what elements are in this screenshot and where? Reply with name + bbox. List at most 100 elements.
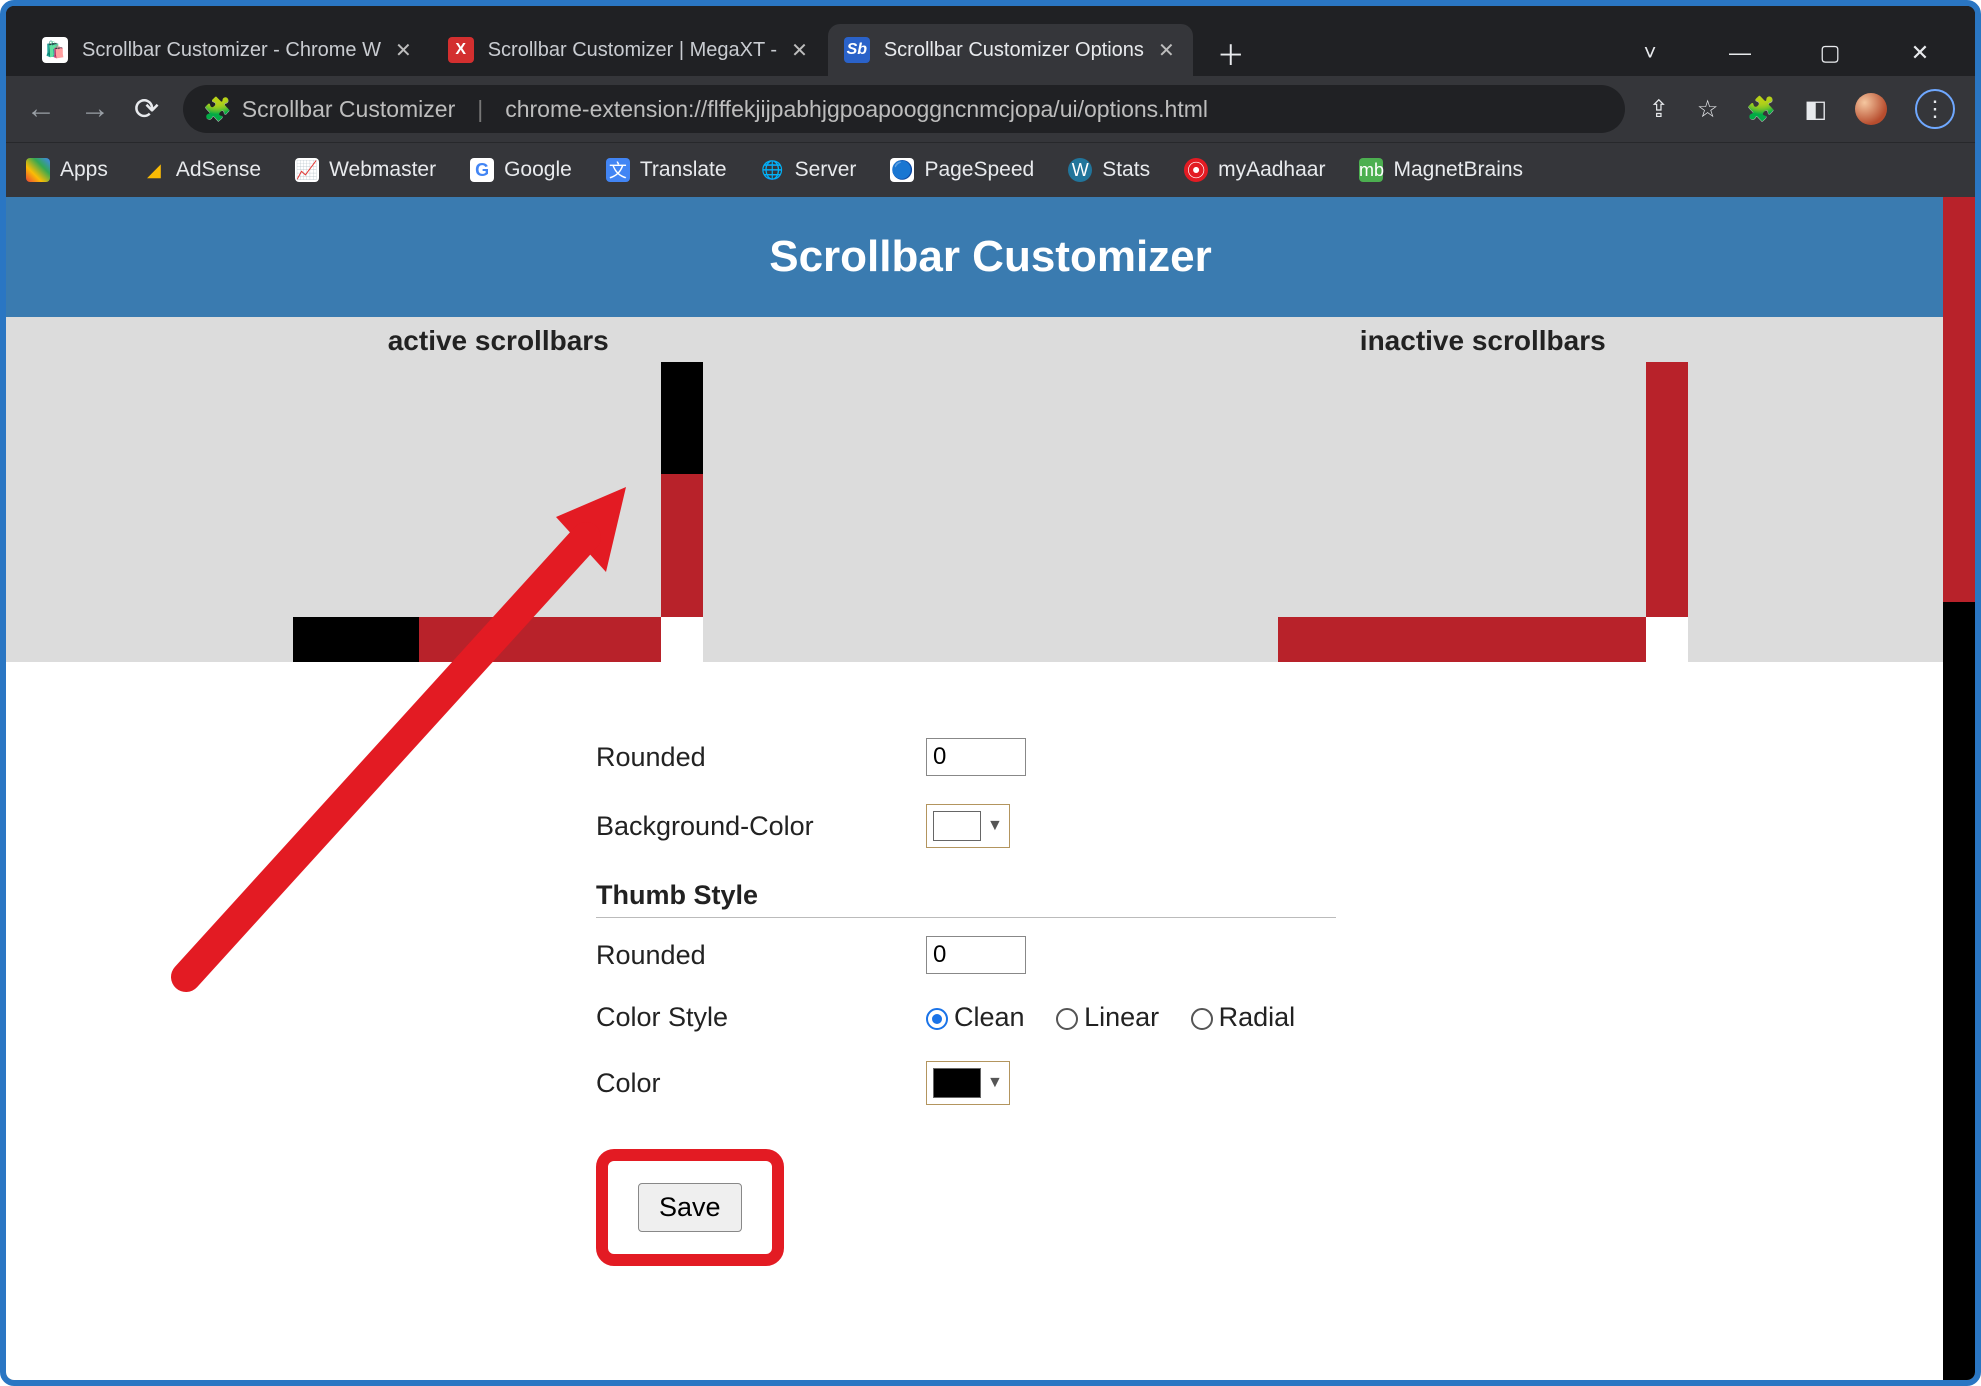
bookmark-star-icon[interactable]: ☆ (1697, 95, 1719, 124)
favicon-extension-icon: Sb (844, 37, 870, 63)
rounded-thumb-input[interactable] (926, 936, 1026, 974)
address-bar[interactable]: 🧩 Scrollbar Customizer | chrome-extensio… (183, 85, 1625, 133)
radio-radial-label: Radial (1219, 1002, 1296, 1032)
caret-down-icon: ▼ (987, 817, 1003, 835)
row-color: Color ▼ (596, 1047, 1975, 1119)
tab-3-active[interactable]: Sb Scrollbar Customizer Options ✕ (828, 24, 1193, 76)
tab-3-title: Scrollbar Customizer Options (884, 39, 1144, 62)
sidepanel-icon[interactable]: ◧ (1804, 95, 1827, 124)
bookmark-server[interactable]: 🌐Server (761, 158, 857, 182)
background-color-label: Background-Color (596, 811, 926, 842)
extension-puzzle-icon: 🧩 (203, 96, 232, 123)
bookmark-stats[interactable]: WStats (1068, 158, 1150, 182)
radio-clean[interactable] (926, 1008, 948, 1030)
row-rounded-thumb: Rounded (596, 922, 1975, 988)
save-button[interactable]: Save (638, 1183, 742, 1232)
preview-active: active scrollbars (6, 317, 991, 662)
bookmark-adsense[interactable]: ◢AdSense (142, 158, 261, 182)
settings-form: Rounded Background-Color ▼ Thumb Style R… (6, 662, 1975, 1326)
vertical-track (1646, 362, 1688, 617)
bookmark-translate[interactable]: 文Translate (606, 158, 727, 182)
radio-clean-label: Clean (954, 1002, 1025, 1032)
page-title: Scrollbar Customizer (6, 197, 1975, 317)
profile-avatar[interactable] (1855, 93, 1887, 125)
server-icon: 🌐 (761, 158, 785, 182)
url-text: chrome-extension://flffekjijpabhjgpoapoo… (505, 96, 1208, 123)
horizontal-track (1278, 617, 1646, 662)
maximize-icon[interactable]: ▢ (1815, 40, 1845, 66)
color-style-label: Color Style (596, 1002, 926, 1033)
radio-linear[interactable] (1056, 1008, 1078, 1030)
magnetbrains-icon: mb (1359, 158, 1383, 182)
tab-2-title: Scrollbar Customizer | MegaXT - (488, 39, 777, 62)
tab-strip: 🛍️ Scrollbar Customizer - Chrome W ✕ X S… (6, 6, 1975, 76)
caret-down-icon: ▼ (987, 1074, 1003, 1092)
section-thumb-style: Thumb Style (596, 862, 1336, 918)
adsense-icon: ◢ (142, 158, 166, 182)
share-icon[interactable]: ⇪ (1649, 95, 1669, 124)
background-color-picker[interactable]: ▼ (926, 804, 1010, 848)
apps-grid-icon (26, 158, 50, 182)
color-swatch (933, 1068, 981, 1098)
preview-active-box (293, 362, 703, 662)
row-color-style: Color Style Clean Linear Radial (596, 988, 1975, 1047)
browser-window: 🛍️ Scrollbar Customizer - Chrome W ✕ X S… (0, 0, 1981, 1386)
bookmark-myaadhaar[interactable]: ⦿myAadhaar (1184, 158, 1325, 182)
reload-icon[interactable]: ⟳ (134, 92, 159, 127)
forward-icon[interactable]: → (80, 92, 110, 126)
vertical-thumb[interactable] (661, 362, 703, 474)
bookmark-magnetbrains[interactable]: mbMagnetBrains (1359, 158, 1523, 182)
close-icon[interactable]: ✕ (395, 38, 412, 63)
radio-radial[interactable] (1191, 1008, 1213, 1030)
extension-name: Scrollbar Customizer (242, 96, 455, 123)
save-annotation-frame: Save (596, 1149, 784, 1266)
bookmarks-bar: Apps ◢AdSense 📈Webmaster GGoogle 文Transl… (6, 142, 1975, 197)
scroll-corner (661, 617, 703, 662)
minimize-icon[interactable]: ― (1725, 40, 1755, 66)
favicon-megaxt-icon: X (448, 37, 474, 63)
bgcolor-swatch (933, 811, 981, 841)
bookmark-apps[interactable]: Apps (26, 158, 108, 182)
toolbar-right: ⇪ ☆ 🧩 ◧ ⋮ (1649, 89, 1955, 129)
page-scroll-thumb[interactable] (1943, 602, 1975, 1380)
bookmark-webmaster[interactable]: 📈Webmaster (295, 158, 436, 182)
scrollbar-preview: active scrollbars inactive scrollbars (6, 317, 1975, 662)
color-label: Color (596, 1068, 926, 1099)
back-icon[interactable]: ← (26, 92, 56, 126)
translate-icon: 文 (606, 158, 630, 182)
wordpress-icon: W (1068, 158, 1092, 182)
tab-2[interactable]: X Scrollbar Customizer | MegaXT - ✕ (432, 24, 826, 76)
google-icon: G (470, 158, 494, 182)
bookmark-pagespeed[interactable]: 🔵PageSpeed (890, 158, 1034, 182)
close-window-icon[interactable]: ✕ (1905, 40, 1935, 66)
row-background-color: Background-Color ▼ (596, 790, 1975, 862)
rounded-track-input[interactable] (926, 738, 1026, 776)
chevron-down-icon[interactable]: ˅ (1635, 40, 1665, 66)
preview-inactive-label: inactive scrollbars (991, 317, 1976, 357)
extension-pill: 🧩 Scrollbar Customizer (203, 96, 455, 123)
webmaster-icon: 📈 (295, 158, 319, 182)
color-style-options: Clean Linear Radial (926, 1002, 1319, 1033)
scroll-corner (1646, 617, 1688, 662)
preview-active-label: active scrollbars (6, 317, 991, 357)
tab-1-title: Scrollbar Customizer - Chrome W (82, 39, 381, 62)
pagespeed-icon: 🔵 (890, 158, 914, 182)
bookmark-google[interactable]: GGoogle (470, 158, 572, 182)
page-content: Scrollbar Customizer active scrollbars i… (6, 197, 1975, 1380)
rounded-thumb-label: Rounded (596, 940, 926, 971)
thumb-color-picker[interactable]: ▼ (926, 1061, 1010, 1105)
tab-1[interactable]: 🛍️ Scrollbar Customizer - Chrome W ✕ (26, 24, 430, 76)
new-tab-button[interactable]: ＋ (1209, 32, 1253, 76)
page-scroll-track (1943, 197, 1975, 602)
aadhaar-icon: ⦿ (1184, 158, 1208, 182)
horizontal-thumb[interactable] (293, 617, 419, 662)
favicon-store-icon: 🛍️ (42, 37, 68, 63)
window-controls: ˅ ― ▢ ✕ (1635, 40, 1975, 76)
browser-menu-icon[interactable]: ⋮ (1915, 89, 1955, 129)
extensions-icon[interactable]: 🧩 (1746, 95, 1776, 124)
radio-linear-label: Linear (1084, 1002, 1159, 1032)
page-vertical-scrollbar[interactable] (1943, 197, 1975, 1380)
close-icon[interactable]: ✕ (791, 38, 808, 63)
preview-inactive: inactive scrollbars (991, 317, 1976, 662)
close-icon[interactable]: ✕ (1158, 38, 1175, 63)
